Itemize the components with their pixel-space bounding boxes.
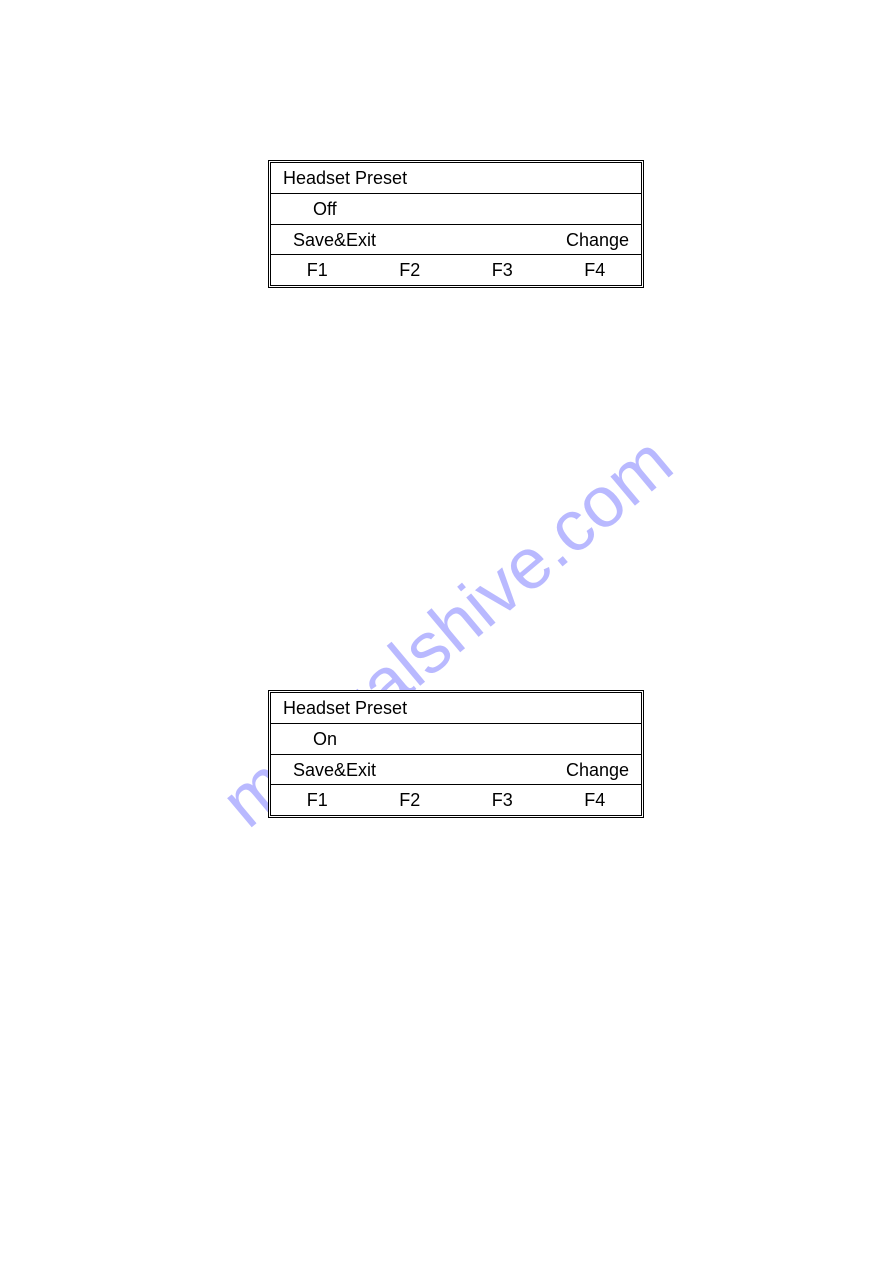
box1-softkey-4[interactable]: Change xyxy=(554,231,641,251)
box2-value: On xyxy=(271,724,641,755)
box1-softkey-1[interactable]: Save&Exit xyxy=(271,231,380,251)
box2-softkey-3[interactable] xyxy=(467,761,554,781)
box2-softkey-row: Save&Exit Change xyxy=(271,755,641,786)
box2-fkey-f2: F2 xyxy=(364,791,457,811)
display-box-on: Headset Preset On Save&Exit Change F1 F2… xyxy=(268,690,644,818)
box1-fkey-f4: F4 xyxy=(549,261,642,281)
box1-title: Headset Preset xyxy=(271,163,641,194)
box1-fkey-f1: F1 xyxy=(271,261,364,281)
box2-softkey-2[interactable] xyxy=(380,761,467,781)
box2-title: Headset Preset xyxy=(271,693,641,724)
box1-softkey-3[interactable] xyxy=(467,231,554,251)
box2-fkey-f3: F3 xyxy=(456,791,549,811)
display-box-off: Headset Preset Off Save&Exit Change F1 F… xyxy=(268,160,644,288)
box1-value: Off xyxy=(271,194,641,225)
box1-fkey-f3: F3 xyxy=(456,261,549,281)
box2-softkey-1[interactable]: Save&Exit xyxy=(271,761,380,781)
box2-fkey-f4: F4 xyxy=(549,791,642,811)
box1-softkey-row: Save&Exit Change xyxy=(271,225,641,256)
box2-softkey-4[interactable]: Change xyxy=(554,761,641,781)
box1-fkey-f2: F2 xyxy=(364,261,457,281)
box2-fkey-row: F1 F2 F3 F4 xyxy=(271,785,641,815)
box1-softkey-2[interactable] xyxy=(380,231,467,251)
box2-fkey-f1: F1 xyxy=(271,791,364,811)
box1-fkey-row: F1 F2 F3 F4 xyxy=(271,255,641,285)
